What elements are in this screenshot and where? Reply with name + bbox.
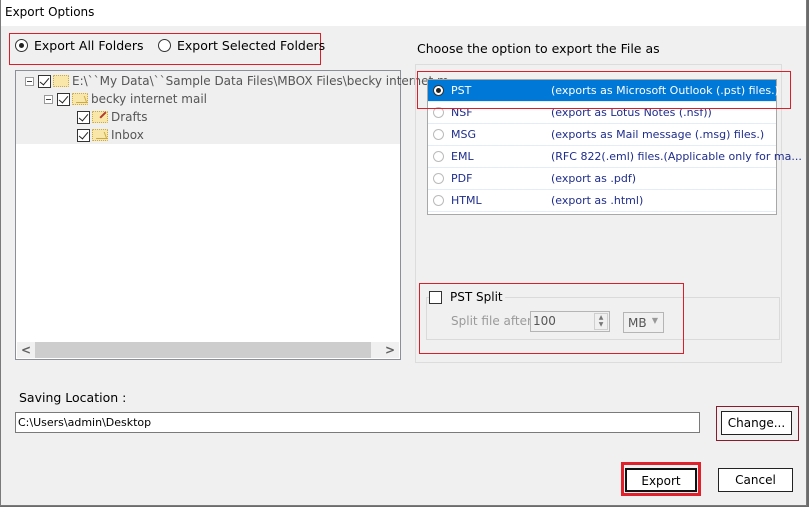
folder-tree[interactable]: E:\``My Data\``Sample Data Files\MBOX Fi…	[15, 70, 449, 360]
format-name: MSG	[451, 128, 476, 141]
tree-node-drafts[interactable]: Drafts	[77, 108, 148, 126]
format-name: PDF	[451, 172, 473, 185]
horizontal-scrollbar[interactable]: < >	[17, 342, 399, 358]
format-heading: Choose the option to export the File as	[417, 41, 660, 56]
scroll-right-icon[interactable]: >	[383, 343, 397, 357]
collapse-icon[interactable]	[44, 94, 53, 104]
radio-unselected-icon	[433, 151, 444, 162]
radio-selected-icon	[15, 39, 28, 52]
folder-icon	[53, 75, 69, 87]
cancel-button[interactable]: Cancel	[718, 468, 793, 492]
tree-node-checkbox[interactable]	[77, 128, 90, 142]
tree-node-checkbox[interactable]	[38, 74, 51, 88]
export-all-folders-label: Export All Folders	[34, 38, 144, 53]
export-button[interactable]: Export	[625, 468, 697, 492]
saving-location-label: Saving Location :	[19, 390, 127, 405]
format-description: (export as .html)	[551, 194, 644, 207]
annotation-box-pst-split	[419, 283, 684, 354]
export-all-folders-radio[interactable]: Export All Folders	[15, 38, 144, 53]
radio-unselected-icon	[433, 129, 444, 140]
annotation-box-pst	[417, 71, 791, 109]
format-name: EML	[451, 150, 474, 163]
tree-rows: E:\``My Data\``Sample Data Files\MBOX Fi…	[16, 71, 449, 144]
export-selected-folders-label: Export Selected Folders	[177, 38, 326, 53]
scroll-left-icon[interactable]: <	[19, 343, 33, 357]
radio-unselected-icon	[158, 39, 171, 52]
inbox-folder-icon	[92, 129, 108, 141]
scrollbar-thumb[interactable]	[35, 342, 371, 358]
format-option-eml[interactable]: EML (RFC 822(.eml) files.(Applicable onl…	[428, 146, 802, 168]
saving-location-input[interactable]	[15, 412, 700, 433]
tree-node-label: becky internet mail	[91, 92, 208, 106]
export-selected-folders-radio[interactable]: Export Selected Folders	[158, 38, 325, 53]
window-title: Export Options	[5, 5, 95, 19]
tree-node-label: Inbox	[111, 128, 144, 142]
format-option-pdf[interactable]: PDF (export as .pdf)	[428, 168, 776, 190]
export-options-dialog: Export Options Export All Folders Export…	[0, 0, 807, 506]
title-bar: Export Options	[1, 0, 806, 26]
tree-node-root[interactable]: E:\``My Data\``Sample Data Files\MBOX Fi…	[25, 72, 449, 90]
tree-node-becky[interactable]: becky internet mail	[44, 90, 207, 108]
format-name: HTML	[451, 194, 482, 207]
tree-node-checkbox[interactable]	[77, 110, 90, 124]
format-option-msg[interactable]: MSG (exports as Mail message (.msg) file…	[428, 124, 776, 146]
radio-unselected-icon	[433, 195, 444, 206]
tree-node-inbox[interactable]: Inbox	[77, 126, 144, 144]
collapse-icon[interactable]	[25, 76, 34, 86]
drafts-folder-icon	[92, 111, 108, 123]
radio-unselected-icon	[433, 173, 444, 184]
format-option-html[interactable]: HTML (export as .html)	[428, 190, 776, 212]
format-description: (RFC 822(.eml) files.(Applicable only fo…	[551, 150, 802, 163]
format-description: (export as .pdf)	[551, 172, 637, 185]
tree-node-label: E:\``My Data\``Sample Data Files\MBOX Fi…	[72, 74, 449, 88]
tree-node-label: Drafts	[111, 110, 148, 124]
mail-folder-icon	[72, 93, 88, 105]
tree-node-checkbox[interactable]	[57, 92, 70, 106]
format-description: (exports as Mail message (.msg) files.)	[551, 128, 765, 141]
change-location-button[interactable]: Change...	[721, 411, 792, 435]
